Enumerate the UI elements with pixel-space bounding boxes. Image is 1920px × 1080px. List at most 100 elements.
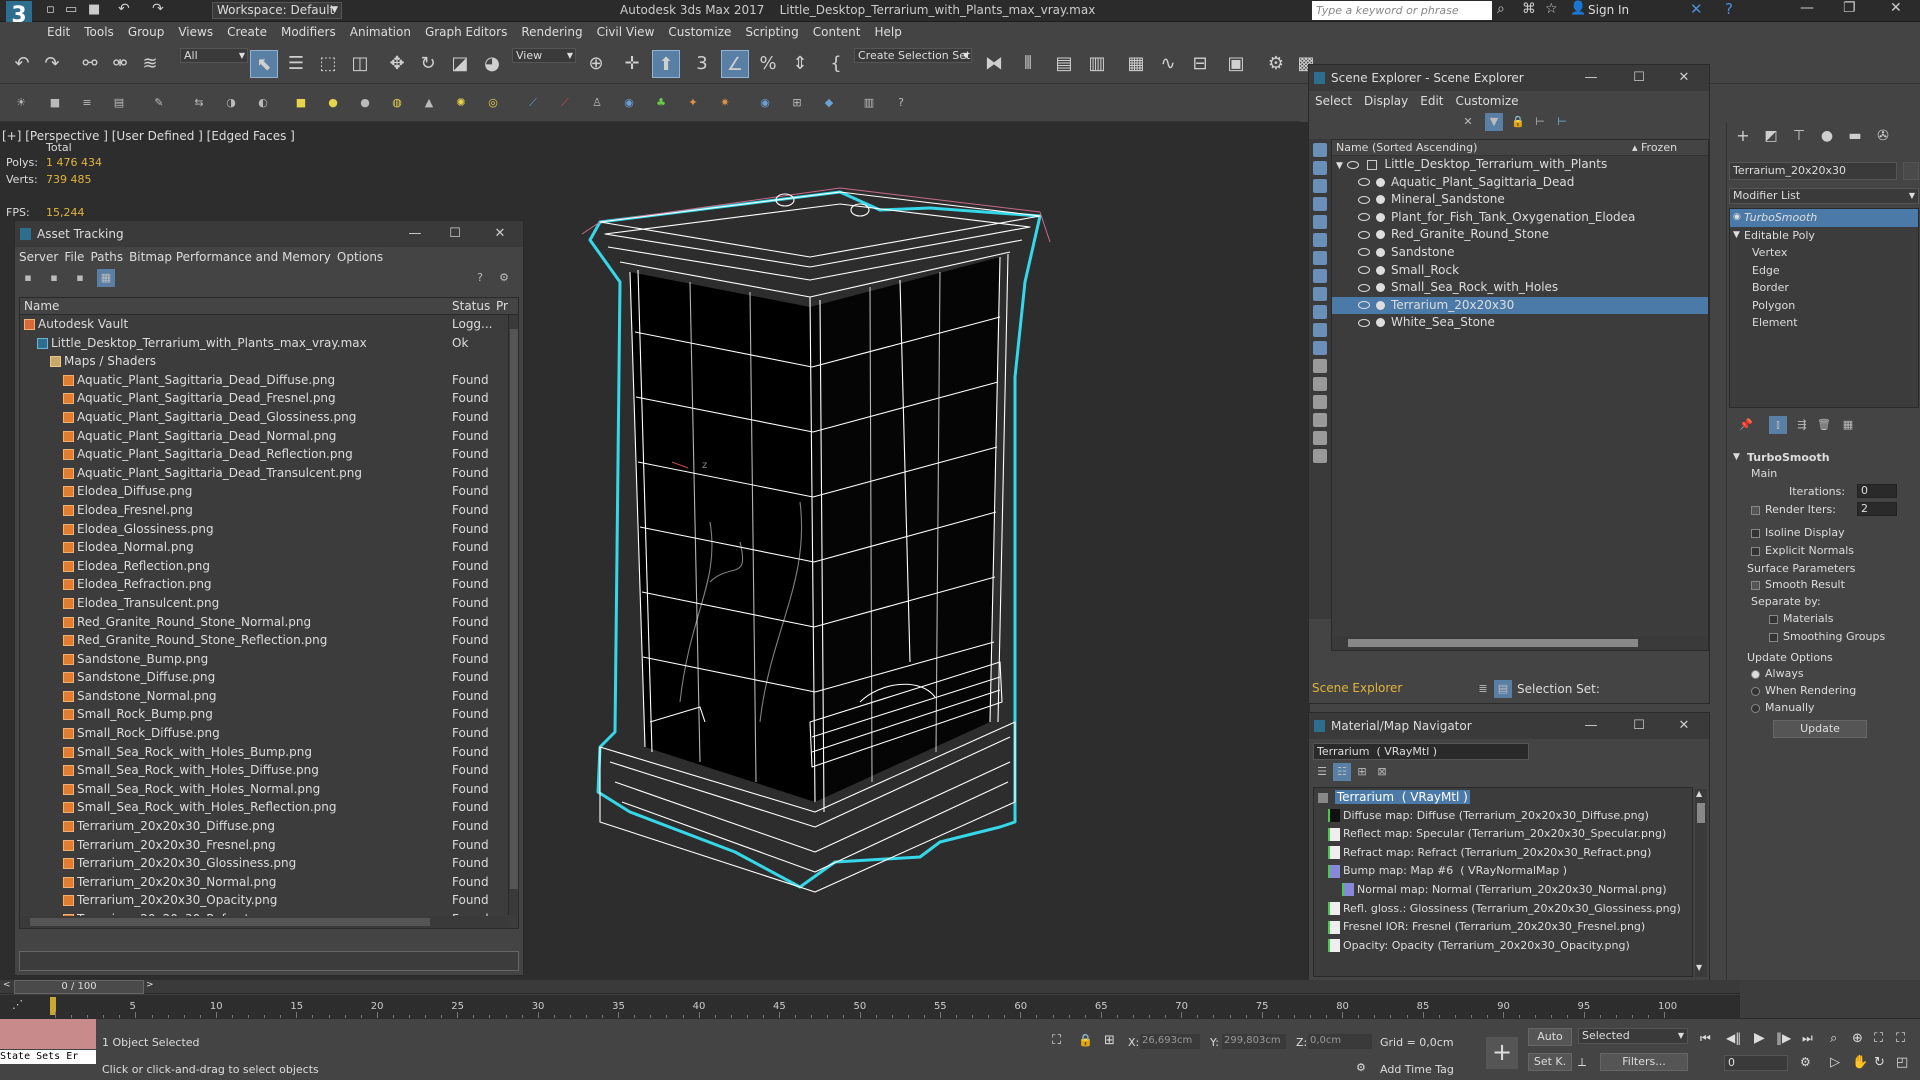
visibility-eye-icon[interactable] [1346, 160, 1359, 169]
auto-key-button[interactable]: Auto [1528, 1028, 1572, 1046]
material-navigator-titlebar[interactable]: Material/Map Navigator — ☐ ✕ [1309, 713, 1709, 739]
collapse-arrow-icon[interactable]: ▼ [1336, 161, 1343, 171]
visibility-eye-icon[interactable] [1358, 213, 1370, 222]
render-iters-checkbox-label[interactable]: Render Iters: [1751, 503, 1836, 516]
scene-tree-item[interactable]: Plant_for_Fish_Tank_Oxygenation_Elodea [1332, 209, 1708, 227]
effect-icon[interactable]: ✦ [684, 94, 702, 112]
vault-icon[interactable]: ▪ [19, 269, 37, 287]
leaf-icon[interactable]: ♣ [652, 94, 670, 112]
brush-icon[interactable]: ⇆ [190, 94, 208, 112]
table-row[interactable]: Elodea_Fresnel.png Found [20, 501, 518, 520]
play-icon[interactable]: ▶ [1754, 1030, 1765, 1046]
minimize-icon[interactable]: — [1571, 65, 1611, 91]
options-small-icon[interactable]: ⚙ [495, 269, 513, 287]
scene-tree-item[interactable]: Terrarium_20x20x30 [1332, 296, 1708, 315]
display-shapes-icon[interactable] [1313, 161, 1327, 175]
material-tree-item[interactable]: Refract map: Refract (Terrarium_20x20x30… [1314, 844, 1692, 863]
hscrollbar-thumb[interactable] [1348, 639, 1638, 647]
cone-icon[interactable]: ▲ [420, 94, 438, 112]
expand-arrow-icon[interactable]: ▼ [1733, 227, 1740, 245]
snaps-toggle-icon[interactable]: 3 [688, 50, 716, 78]
rotate-icon[interactable]: ↻ [414, 50, 442, 78]
scene-tree-item[interactable]: Mineral_Sandstone [1332, 191, 1708, 209]
layer-explorer-icon[interactable]: ▥ [1083, 50, 1111, 78]
invert-display-icon[interactable] [1313, 395, 1327, 409]
display-cameras-icon[interactable] [1313, 197, 1327, 211]
scroll-up-icon[interactable]: ▲ [1696, 789, 1702, 798]
table-row[interactable]: Aquatic_Plant_Sagittaria_Dead_Diffuse.pn… [20, 371, 518, 390]
zoom-all-icon[interactable]: ⊕ [1852, 1031, 1863, 1046]
asset-path-field[interactable] [19, 951, 519, 971]
scene-explorer-toggle-icon[interactable]: ▤ [1050, 50, 1078, 78]
grid-view-icon[interactable]: ▦ [97, 269, 115, 287]
set-key-big-button[interactable]: + [1486, 1037, 1518, 1069]
prev-key-icon[interactable]: ◀‖ [1726, 1031, 1741, 1045]
next-key-icon[interactable]: ‖▶ [1776, 1031, 1791, 1045]
rollout-collapse-icon[interactable]: ▼ [1733, 452, 1740, 462]
render-icon[interactable]: ◆ [820, 94, 838, 112]
selection-lock-icon[interactable]: 🔒 [1078, 1033, 1093, 1047]
display-lights-icon[interactable] [1313, 179, 1327, 193]
material-tree-item[interactable]: Diffuse map: Diffuse (Terrarium_20x20x30… [1314, 807, 1692, 826]
table-row[interactable]: Terrarium_20x20x30_Diffuse.png Found [20, 817, 518, 836]
exchange-icon[interactable]: ✕ [1690, 0, 1703, 18]
object-color-swatch[interactable] [1903, 162, 1919, 180]
table-row[interactable]: Small_Sea_Rock_with_Holes_Normal.png Foun… [20, 780, 518, 799]
maximize-icon[interactable]: ☐ [1619, 65, 1659, 91]
visibility-eye-icon[interactable] [1358, 230, 1370, 239]
zoom-extents-all-icon[interactable]: ⛶ [1896, 1031, 1905, 1046]
menu-item[interactable]: Graph Editors [418, 22, 514, 42]
always-option[interactable]: Always [1751, 667, 1804, 680]
checkbox[interactable] [1769, 632, 1778, 642]
explicit-normals-option[interactable]: Explicit Normals [1751, 544, 1854, 557]
table-row[interactable]: Small_Rock_Diffuse.png Found [20, 724, 518, 743]
material-name-field[interactable]: Terrarium ( VRayMtl ) [1313, 743, 1529, 760]
material-tree-item[interactable]: Bump map: Map #6 ( VRayNormalMap ) [1314, 862, 1692, 881]
table-icon[interactable]: ▥ [860, 94, 878, 112]
update-button[interactable]: Update [1773, 720, 1867, 738]
z-coordinate-field[interactable]: 0,0cm [1308, 1034, 1372, 1049]
layer-icon[interactable]: ≡ [78, 94, 96, 112]
asset-tracking-titlebar[interactable]: Asset Tracking — ☐ ✕ [15, 221, 523, 247]
torus-icon[interactable]: ◍ [388, 94, 406, 112]
schematic-view-icon[interactable]: ⊟ [1186, 50, 1214, 78]
modifier-stack-item[interactable]: ◉ TurboSmooth [1730, 209, 1918, 227]
menu-item[interactable]: Modifiers [274, 22, 343, 42]
radio[interactable] [1751, 703, 1760, 713]
table-row[interactable]: Elodea_Transulcent.png Found [20, 594, 518, 613]
unhide-icon[interactable]: ◐ [254, 94, 272, 112]
material-root[interactable]: Terrarium ( VRayMtl ) [1314, 788, 1692, 807]
visibility-eye-icon[interactable] [1358, 301, 1370, 310]
redo-icon[interactable]: ↷ [152, 1, 164, 17]
zoom-icon[interactable]: ⌕ [1830, 1031, 1837, 1046]
restore-window-icon[interactable]: ❐ [1843, 0, 1856, 16]
isolate-icon[interactable]: ⛶ [1052, 1033, 1061, 1048]
sync-selection-icon[interactable] [1313, 449, 1327, 463]
table-row[interactable]: Red_Granite_Round_Stone_Normal.png Found [20, 613, 518, 632]
minimize-icon[interactable]: — [395, 221, 435, 247]
scene-tree-item[interactable]: White_Sea_Stone [1332, 314, 1708, 332]
time-tag-icon[interactable]: ⚙ [1356, 1061, 1366, 1074]
close-icon[interactable]: ✕ [1664, 65, 1704, 91]
display-containers-icon[interactable] [1313, 305, 1327, 319]
refresh-icon[interactable]: ▪ [71, 269, 89, 287]
checkbox[interactable] [1751, 546, 1760, 556]
redo-button-icon[interactable]: ↷ [38, 50, 66, 78]
cube-icon[interactable]: ■ [292, 94, 310, 112]
help-icon[interactable]: ? [1725, 0, 1733, 18]
isoline-display-option[interactable]: Isoline Display [1751, 526, 1845, 539]
orbit-icon[interactable]: ↻ [1874, 1055, 1885, 1070]
filter-toggle-icon[interactable] [1313, 413, 1327, 427]
table-row[interactable]: Aquatic_Plant_Sagittaria_Dead_Glossiness… [20, 408, 518, 427]
asset-tracking-menu-item[interactable]: File [64, 250, 84, 264]
edit-named-selection-icon[interactable]: { [822, 50, 850, 78]
asset-tracking-menu-item[interactable]: Paths [90, 250, 123, 264]
move-icon[interactable]: ✥ [383, 50, 411, 78]
align-icon[interactable]: ⫴ [1014, 50, 1042, 78]
scene-explorer-menu-item[interactable]: Display [1364, 94, 1408, 108]
table-row[interactable]: Red_Granite_Round_Stone_Reflection.png Fo… [20, 631, 518, 650]
visibility-eye-icon[interactable] [1358, 266, 1370, 275]
pivot-center-icon[interactable]: ⊕ [582, 50, 610, 78]
scene-tree-item[interactable]: Small_Rock [1332, 262, 1708, 280]
menu-item[interactable]: Civil View [590, 22, 662, 42]
